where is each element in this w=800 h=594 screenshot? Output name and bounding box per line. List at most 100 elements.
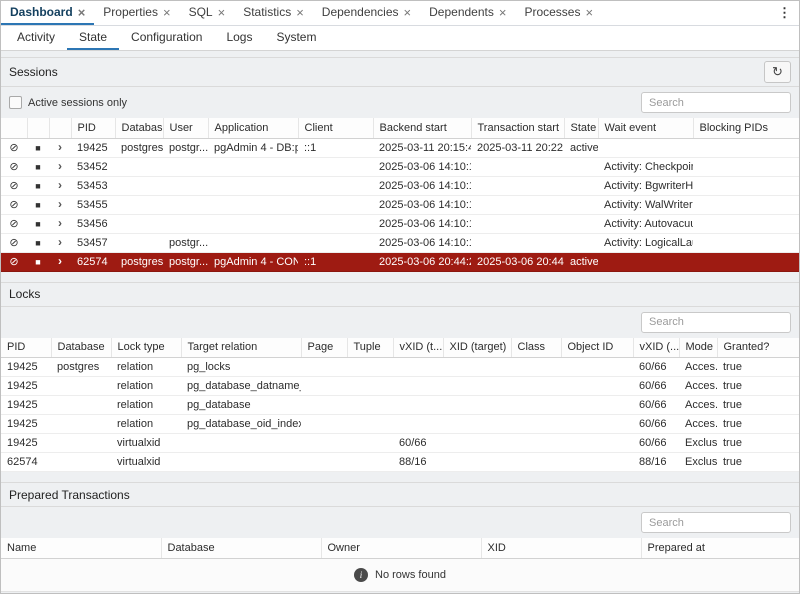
session-row[interactable]: ⊘■›534522025-03-06 14:10:11 ...Activity:… [1, 157, 799, 176]
lock-row[interactable]: 19425relationpg_database_oid_index60/66A… [1, 415, 799, 434]
close-icon[interactable]: × [296, 6, 304, 19]
column-header[interactable]: Database [115, 118, 163, 138]
subtab-activity[interactable]: Activity [5, 26, 67, 50]
close-icon[interactable]: × [78, 6, 86, 19]
expand-row-icon[interactable]: › [58, 179, 62, 191]
tab-processes[interactable]: Processes × [515, 1, 602, 25]
expand-row-icon[interactable]: › [58, 255, 62, 267]
session-cell: 53456 [71, 214, 115, 233]
icon-cell: › [49, 233, 71, 252]
column-header[interactable]: Wait event [598, 118, 693, 138]
prepared-table: NameDatabaseOwnerXIDPrepared at [1, 538, 799, 559]
session-row[interactable]: ⊘■›62574postgrespostgr...pgAdmin 4 - CON… [1, 252, 799, 271]
column-header[interactable]: PID [71, 118, 115, 138]
icon-cell: ■ [27, 233, 49, 252]
column-header[interactable]: Mode [679, 338, 717, 358]
lock-row[interactable]: 19425virtualxid60/6660/66Exclusi...true [1, 434, 799, 453]
close-icon[interactable]: × [404, 6, 412, 19]
tab-dashboard[interactable]: Dashboard × [1, 1, 94, 25]
column-header[interactable]: Target relation [181, 338, 301, 358]
cancel-query-icon[interactable]: ⊘ [9, 219, 18, 230]
column-header[interactable]: Granted? [717, 338, 799, 358]
tab-statistics[interactable]: Statistics × [234, 1, 313, 25]
session-row[interactable]: ⊘■›534552025-03-06 14:10:11 ...Activity:… [1, 195, 799, 214]
terminate-icon[interactable]: ■ [35, 239, 40, 248]
column-header[interactable]: XID [481, 538, 641, 558]
column-header[interactable]: Class [511, 338, 561, 358]
expand-row-icon[interactable]: › [58, 198, 62, 210]
column-header[interactable]: vXID (... [633, 338, 679, 358]
column-header[interactable]: Client [298, 118, 373, 138]
tab-dependents[interactable]: Dependents × [420, 1, 515, 25]
tab-sql[interactable]: SQL × [180, 1, 235, 25]
column-header[interactable]: Page [301, 338, 347, 358]
session-row[interactable]: ⊘■›534562025-03-06 14:10:11 ...Activity:… [1, 214, 799, 233]
session-cell: postgres [115, 138, 163, 157]
column-header[interactable]: Application [208, 118, 298, 138]
close-icon[interactable]: × [163, 6, 171, 19]
terminate-icon[interactable]: ■ [35, 182, 40, 191]
icon-cell: › [49, 214, 71, 233]
column-header[interactable]: Transaction start [471, 118, 564, 138]
terminate-icon[interactable]: ■ [35, 163, 40, 172]
column-header[interactable]: Database [161, 538, 321, 558]
lock-row[interactable]: 62574virtualxid88/1688/16Exclusi...true [1, 453, 799, 472]
locks-search-input[interactable] [641, 312, 791, 333]
column-header[interactable]: Backend start [373, 118, 471, 138]
close-icon[interactable]: × [218, 6, 226, 19]
close-icon[interactable]: × [499, 6, 507, 19]
tab-dependencies[interactable]: Dependencies × [313, 1, 420, 25]
column-header[interactable]: Lock type [111, 338, 181, 358]
column-header[interactable]: User [163, 118, 208, 138]
column-header[interactable]: vXID (t... [393, 338, 443, 358]
refresh-button[interactable]: ↻ [764, 61, 791, 83]
close-icon[interactable]: × [585, 6, 593, 19]
expand-row-icon[interactable]: › [58, 160, 62, 172]
locks-title: Locks [9, 287, 40, 301]
column-header[interactable]: Database [51, 338, 111, 358]
subtab-configuration[interactable]: Configuration [119, 26, 214, 50]
cancel-query-icon[interactable]: ⊘ [9, 257, 18, 268]
column-header[interactable]: Tuple [347, 338, 393, 358]
terminate-icon[interactable]: ■ [35, 144, 40, 153]
lock-row[interactable]: 19425postgresrelationpg_locks60/66Acces.… [1, 358, 799, 377]
column-header[interactable]: Object ID [561, 338, 633, 358]
tab-properties[interactable]: Properties × [94, 1, 179, 25]
cancel-query-icon[interactable]: ⊘ [9, 200, 18, 211]
lock-row[interactable]: 19425relationpg_database60/66Acces...tru… [1, 396, 799, 415]
terminate-icon[interactable]: ■ [35, 220, 40, 229]
column-header[interactable]: Name [1, 538, 161, 558]
cancel-query-icon[interactable]: ⊘ [9, 238, 18, 249]
terminate-icon[interactable]: ■ [35, 201, 40, 210]
column-header[interactable]: Owner [321, 538, 481, 558]
terminate-icon[interactable]: ■ [35, 258, 40, 267]
column-header[interactable]: PID [1, 338, 51, 358]
expand-row-icon[interactable]: › [58, 236, 62, 248]
active-sessions-only-checkbox[interactable]: Active sessions only [9, 96, 127, 109]
lock-row[interactable]: 19425relationpg_database_datname_ind...6… [1, 377, 799, 396]
subtab-state[interactable]: State [67, 26, 119, 50]
cancel-query-icon[interactable]: ⊘ [9, 143, 18, 154]
sessions-search-input[interactable] [641, 92, 791, 113]
prepared-header-row: NameDatabaseOwnerXIDPrepared at [1, 538, 799, 558]
subtab-logs[interactable]: Logs [214, 26, 264, 50]
session-row[interactable]: ⊘■›53457postgr...2025-03-06 14:10:11 ...… [1, 233, 799, 252]
kebab-menu-icon[interactable]: ⋮ [770, 1, 799, 25]
column-header[interactable]: Blocking PIDs [693, 118, 799, 138]
column-header[interactable]: State [564, 118, 598, 138]
column-header[interactable]: Prepared at [641, 538, 799, 558]
expand-row-icon[interactable]: › [58, 217, 62, 229]
lock-cell [51, 415, 111, 434]
session-row[interactable]: ⊘■›19425postgrespostgr...pgAdmin 4 - DB:… [1, 138, 799, 157]
subtab-system[interactable]: System [264, 26, 328, 50]
session-cell: 2025-03-11 20:15:46 ... [373, 138, 471, 157]
prepared-section: Prepared Transactions NameDatabaseOwnerX… [1, 482, 799, 592]
cancel-query-icon[interactable]: ⊘ [9, 162, 18, 173]
cancel-query-icon[interactable]: ⊘ [9, 181, 18, 192]
lock-cell: Acces... [679, 358, 717, 377]
checkbox-icon[interactable] [9, 96, 22, 109]
prepared-search-input[interactable] [641, 512, 791, 533]
expand-row-icon[interactable]: › [58, 141, 62, 153]
session-row[interactable]: ⊘■›534532025-03-06 14:10:11 ...Activity:… [1, 176, 799, 195]
column-header[interactable]: XID (target) [443, 338, 511, 358]
